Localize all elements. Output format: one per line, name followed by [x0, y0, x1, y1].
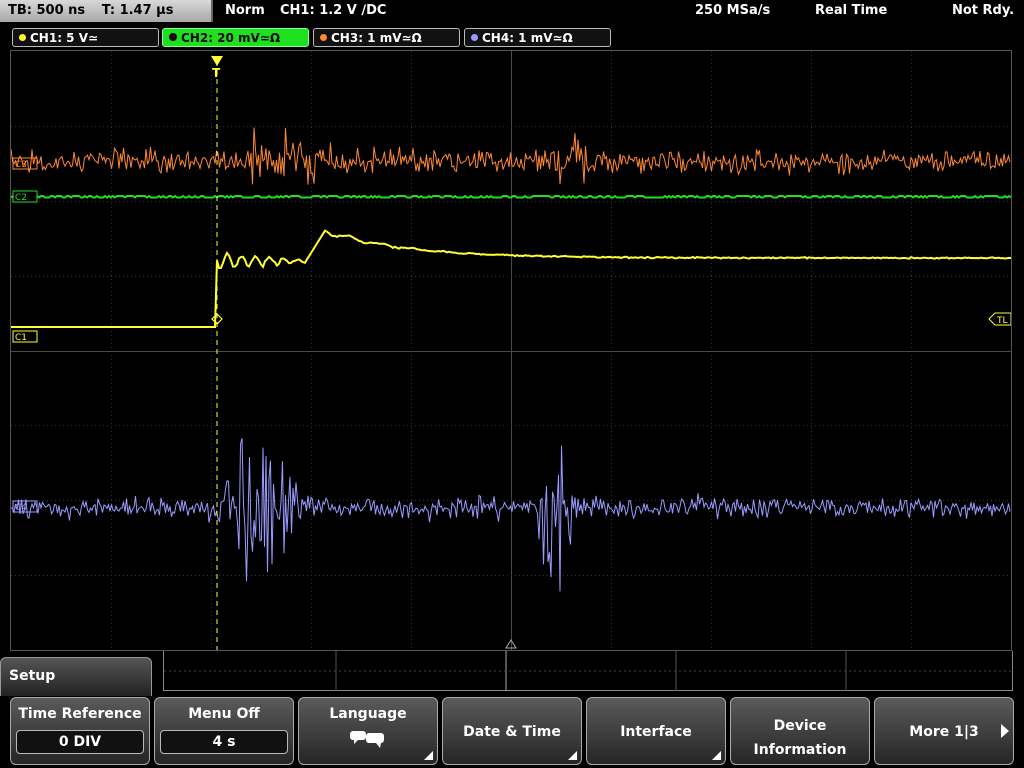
trigger-status: Not Rdy. — [952, 3, 1015, 18]
softkey-label: Device Information — [731, 714, 869, 762]
ch1-dot-icon — [19, 34, 26, 41]
arrow-right-icon — [1001, 724, 1009, 738]
softkey-label: Menu Off — [188, 706, 260, 722]
trigger-mode[interactable]: Norm — [225, 3, 265, 18]
ch2-dot-icon — [169, 33, 177, 41]
channel-tab-ch2[interactable]: CH2: 20 mV≃Ω — [162, 28, 309, 47]
waveform-display[interactable]: T C1 C2 C3 C4 TL — [10, 50, 1012, 651]
aux-grid — [164, 651, 1014, 691]
channel-tabs: CH1: 5 V≃ CH2: 20 mV≃Ω CH3: 1 mV≃Ω CH4: … — [0, 27, 1024, 49]
ch4-trace — [11, 438, 1011, 592]
more-button[interactable]: More 1|3 — [874, 697, 1014, 765]
time-reference-value: 0 DIV — [16, 730, 144, 754]
ch3-dot-icon — [320, 34, 327, 41]
ch2-marker[interactable]: C2 — [12, 190, 38, 203]
channel-label: CH2: 20 mV≃Ω — [181, 31, 281, 45]
softkey-label-line1: Device — [773, 718, 827, 734]
acquisition-mode: Real Time — [815, 3, 888, 18]
ch1-marker[interactable]: C1 — [12, 330, 38, 343]
ch4-marker-label: C4 — [15, 503, 27, 513]
submenu-corner-icon — [568, 751, 577, 760]
softkey-label: Time Reference — [18, 706, 142, 722]
language-button[interactable]: Language — [298, 697, 438, 765]
softkey-label: More 1|3 — [909, 724, 979, 740]
trigger-source[interactable]: CH1: 1.2 V ∕DC — [280, 3, 386, 18]
top-status-bar: TB: 500 ns T: 1.47 µs Norm CH1: 1.2 V ∕D… — [0, 0, 1024, 24]
ch3-trace — [11, 127, 1011, 185]
softkey-bar: Time Reference 0 DIV Menu Off 4 s Langua… — [0, 696, 1024, 768]
submenu-corner-icon — [424, 751, 433, 760]
device-information-button[interactable]: Device Information — [730, 697, 870, 765]
menu-off-value: 4 s — [160, 730, 288, 754]
waveform-canvas: T C1 C2 C3 C4 TL — [11, 51, 1011, 650]
ch2-marker-label: C2 — [15, 193, 27, 203]
channel-tab-ch4[interactable]: CH4: 1 mV≃Ω — [464, 28, 611, 47]
trigger-level-marker[interactable]: TL — [988, 312, 1011, 326]
trigger-position-icon — [211, 56, 223, 66]
trigger-pos-label: T — [212, 66, 221, 80]
channel-tab-ch3[interactable]: CH3: 1 mV≃Ω — [313, 28, 460, 47]
softkey-label: Interface — [620, 724, 692, 740]
softkey-label: Language — [329, 706, 407, 722]
sample-rate: 250 MSa/s — [695, 3, 771, 18]
time-reference-button[interactable]: Time Reference 0 DIV — [10, 697, 150, 765]
timebase-box[interactable]: TB: 500 ns T: 1.47 µs — [0, 0, 213, 22]
ch3-marker-label: C3 — [15, 160, 27, 170]
softkey-label-line2: Information — [753, 742, 847, 758]
auxiliary-panel — [163, 651, 1014, 691]
timebase-label: TB: 500 ns — [8, 3, 86, 18]
speech-bubbles-icon — [348, 728, 388, 754]
ch4-dot-icon — [471, 34, 478, 41]
date-time-button[interactable]: Date & Time — [442, 697, 582, 765]
channel-label: CH1: 5 V≃ — [30, 31, 99, 45]
channel-label: CH3: 1 mV≃Ω — [331, 31, 422, 45]
graticule-grid — [11, 51, 1011, 650]
trigger-level-label: TL — [996, 316, 1008, 326]
softkey-label: Date & Time — [463, 724, 561, 740]
channel-tab-ch1[interactable]: CH1: 5 V≃ — [12, 28, 159, 47]
setup-menu-title: Setup — [9, 668, 56, 684]
interface-button[interactable]: Interface — [586, 697, 726, 765]
channel-label: CH4: 1 mV≃Ω — [482, 31, 573, 45]
menu-off-button[interactable]: Menu Off 4 s — [154, 697, 294, 765]
trigger-time-label: T: 1.47 µs — [101, 3, 174, 18]
ch1-marker-label: C1 — [15, 333, 27, 343]
submenu-corner-icon — [712, 751, 721, 760]
setup-menu-tab[interactable]: Setup — [0, 657, 152, 697]
